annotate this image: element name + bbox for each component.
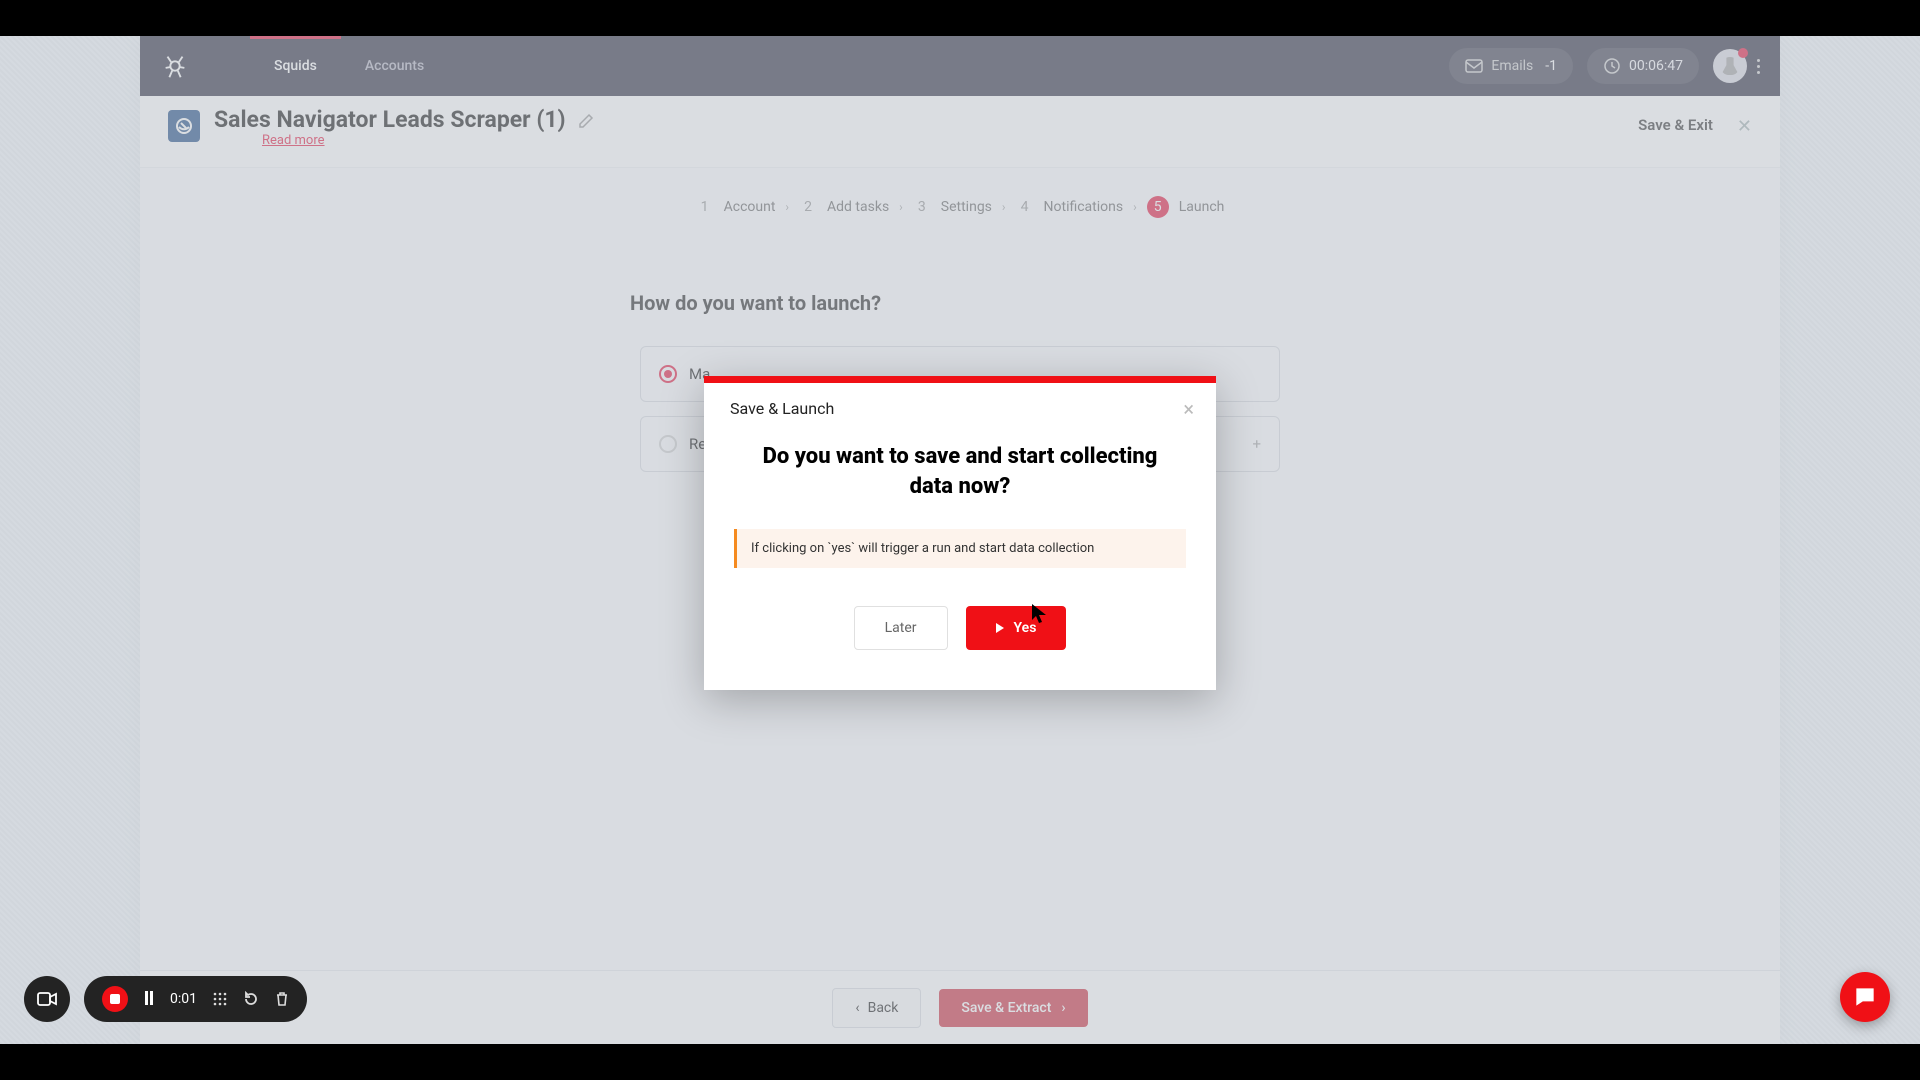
read-more-link[interactable]: Read more — [262, 133, 1638, 148]
wizard-stepper: 1Account › 2Add tasks › 3Settings › 4Not… — [140, 186, 1780, 228]
recorder-camera-button[interactable] — [24, 976, 70, 1022]
step-settings[interactable]: 3Settings — [913, 199, 992, 215]
recorder-grid-button[interactable] — [213, 992, 227, 1006]
screen-recorder-bar: 0:01 — [24, 976, 307, 1022]
nav-tab-accounts[interactable]: Accounts — [341, 36, 448, 96]
notification-dot-icon — [1738, 48, 1748, 58]
timer-value: 00:06:47 — [1629, 58, 1683, 74]
clock-icon — [1603, 57, 1621, 75]
modal-note: If clicking on `yes` will trigger a run … — [734, 529, 1186, 568]
step-launch[interactable]: 5Launch — [1147, 196, 1225, 218]
modal-header: Save & Launch — [730, 399, 834, 418]
bottom-bar: ‹Back Save & Extract› — [140, 970, 1780, 1044]
window-frame-left — [0, 36, 140, 1044]
play-icon — [996, 623, 1004, 633]
back-button[interactable]: ‹Back — [832, 988, 921, 1028]
launch-question: How do you want to launch? — [140, 291, 1780, 315]
chat-icon — [1852, 984, 1878, 1010]
step-add-tasks[interactable]: 2Add tasks — [799, 199, 889, 215]
modal-accent-bar — [704, 376, 1216, 383]
close-icon[interactable]: ✕ — [1737, 116, 1752, 137]
step-account[interactable]: 1Account — [696, 199, 776, 215]
mail-icon — [1465, 59, 1483, 73]
recorder-restart-button[interactable] — [243, 991, 259, 1007]
recorder-stop-button[interactable] — [102, 986, 128, 1012]
app-logo-icon[interactable] — [160, 51, 190, 81]
kebab-menu-icon[interactable] — [1757, 59, 1760, 74]
chevron-right-icon: › — [785, 200, 789, 214]
scraper-app-icon — [168, 110, 200, 142]
save-extract-button[interactable]: Save & Extract› — [939, 989, 1087, 1027]
modal-close-icon[interactable]: × — [1183, 397, 1194, 421]
chevron-left-icon: ‹ — [855, 1000, 859, 1016]
radio-unselected-icon — [659, 435, 677, 453]
emails-label: Emails — [1491, 58, 1533, 74]
top-nav: Squids Accounts Emails -1 00:06:47 — [140, 36, 1780, 96]
recorder-time: 0:01 — [170, 991, 197, 1007]
timer-pill[interactable]: 00:06:47 — [1587, 48, 1699, 84]
nav-tab-squids[interactable]: Squids — [250, 36, 341, 96]
chevron-right-icon: › — [1061, 1000, 1065, 1016]
step-notifications[interactable]: 4Notifications — [1016, 199, 1124, 215]
save-exit-link[interactable]: Save & Exit — [1638, 116, 1713, 134]
emails-pill[interactable]: Emails -1 — [1449, 48, 1573, 84]
yes-button[interactable]: Yes — [966, 606, 1067, 650]
chevron-right-icon: › — [1133, 200, 1137, 214]
chat-fab[interactable] — [1840, 972, 1890, 1022]
avatar[interactable] — [1713, 49, 1747, 83]
recorder-delete-button[interactable] — [275, 991, 289, 1007]
camera-icon — [37, 992, 57, 1006]
recorder-pause-button[interactable] — [144, 990, 154, 1009]
edit-pencil-icon[interactable] — [578, 113, 594, 133]
save-launch-modal: Save & Launch × Do you want to save and … — [704, 376, 1216, 690]
radio-selected-icon — [659, 365, 677, 383]
chevron-right-icon: › — [1002, 200, 1006, 214]
emails-count: -1 — [1545, 58, 1557, 74]
page-header: Sales Navigator Leads Scraper (1) Read m… — [140, 96, 1780, 168]
window-frame-right — [1780, 36, 1920, 1044]
page-title: Sales Navigator Leads Scraper (1) — [214, 106, 566, 133]
chevron-right-icon: › — [899, 200, 903, 214]
later-button[interactable]: Later — [854, 606, 948, 650]
modal-title: Do you want to save and start collecting… — [704, 426, 1216, 507]
expand-plus-icon[interactable]: + — [1252, 435, 1261, 453]
stop-icon — [110, 994, 120, 1004]
